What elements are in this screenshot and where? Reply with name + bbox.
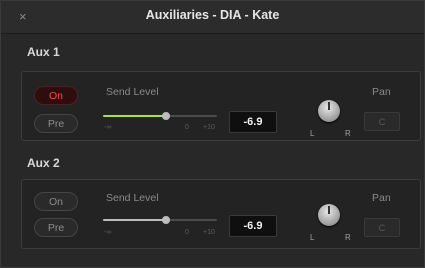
aux-2-send-level-value[interactable]: -6.9 [229, 215, 277, 237]
aux-1-pan-label: Pan [372, 86, 391, 98]
aux-1-send-level-value[interactable]: -6.9 [229, 111, 277, 133]
title-bar: × Auxiliaries - DIA - Kate [1, 1, 424, 34]
aux-1-send-level-fill [103, 115, 166, 117]
aux-2-pre-button[interactable]: Pre [34, 218, 78, 237]
aux-1-send-level-thumb[interactable] [161, 112, 170, 120]
aux-1-send-level-label: Send Level [106, 86, 159, 98]
aux-2-send-level-fill [103, 219, 166, 221]
aux-1-on-button[interactable]: On [34, 86, 78, 105]
aux-2-send-level-label: Send Level [106, 192, 159, 204]
aux-2-pan-knob[interactable] [318, 204, 340, 226]
aux-1-pre-button[interactable]: Pre [34, 114, 78, 133]
knob-indicator [328, 206, 330, 214]
aux-2-pan-left-label: L [310, 233, 315, 242]
aux-2-scale-zero: 0 [185, 229, 189, 236]
aux-2-scale-max: +10 [203, 229, 215, 236]
aux-2-pan-value-field[interactable]: C [364, 218, 400, 237]
aux-1-panel: On Pre Send Level -∞ 0 +10 -6.9 L R Pan … [21, 71, 421, 141]
aux-1-scale-max: +10 [203, 124, 215, 131]
aux-2-pan-right-label: R [345, 233, 351, 242]
aux-1-pan-value-field[interactable]: C [364, 112, 400, 131]
aux-2-scale-min: -∞ [104, 229, 112, 236]
aux-1-pan-left-label: L [310, 129, 315, 138]
aux-1-title: Aux 1 [27, 45, 60, 59]
aux-1-send-level-slider[interactable] [103, 112, 217, 120]
aux-2-send-level-slider[interactable] [103, 216, 217, 224]
knob-indicator [328, 102, 330, 110]
auxiliaries-window: × Auxiliaries - DIA - Kate Aux 1 On Pre … [0, 0, 425, 268]
aux-1-scale-zero: 0 [185, 124, 189, 131]
aux-2-pan-label: Pan [372, 192, 391, 204]
window-title: Auxiliaries - DIA - Kate [145, 8, 280, 22]
aux-2-panel: On Pre Send Level -∞ 0 +10 -6.9 L R Pan … [21, 179, 421, 249]
aux-2-title: Aux 2 [27, 156, 60, 170]
aux-2-on-button[interactable]: On [34, 192, 78, 211]
aux-1-pan-knob[interactable] [318, 100, 340, 122]
aux-1-pan-right-label: R [345, 129, 351, 138]
aux-1-scale-min: -∞ [104, 124, 112, 131]
aux-2-send-level-thumb[interactable] [161, 216, 170, 224]
